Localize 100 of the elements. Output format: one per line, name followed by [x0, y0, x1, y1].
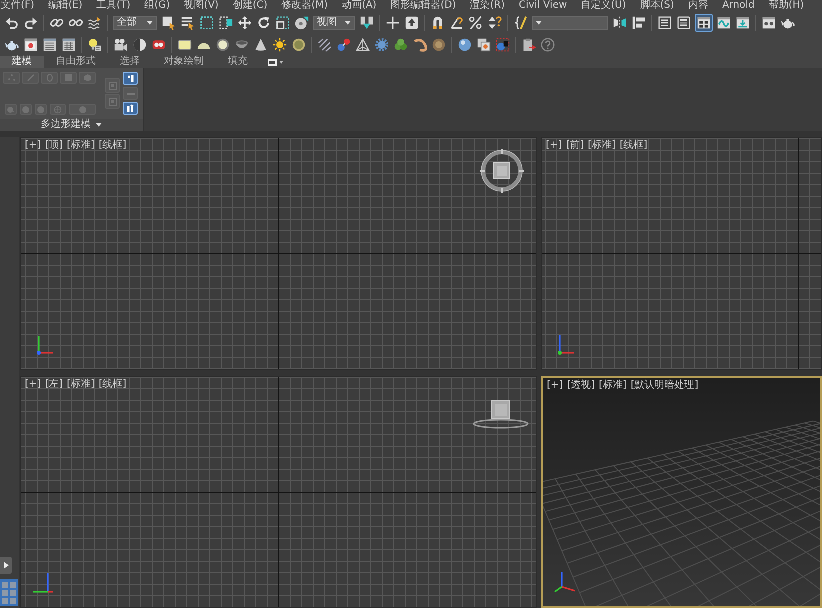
compass-cube-icon[interactable]: [473, 399, 529, 429]
table-window-icon[interactable]: [42, 38, 56, 52]
viewport[interactable]: [+] [顶] [标准] [线框]: [20, 137, 537, 370]
angle-hook-icon[interactable]: [450, 16, 464, 30]
textured-ball-icon[interactable]: [432, 38, 446, 52]
menu-item[interactable]: 视图(V): [184, 0, 219, 12]
menu-item[interactable]: 帮助(H): [768, 0, 804, 12]
ball-frame-icon[interactable]: [496, 38, 510, 52]
ribbon-tab[interactable]: 填充: [216, 56, 260, 68]
layers-icon[interactable]: [676, 16, 690, 30]
menu-item[interactable]: 创建(C): [232, 0, 268, 12]
dashed-square-icon[interactable]: [200, 16, 214, 30]
viewport-menu-label[interactable]: [左]: [45, 379, 63, 391]
viewport-menu-label[interactable]: [线框]: [98, 140, 127, 152]
nested-squares-icon[interactable]: [276, 16, 290, 30]
goggles-icon[interactable]: [152, 38, 166, 52]
toggle-button[interactable]: [123, 102, 138, 115]
viewport-menu-label[interactable]: [标准]: [67, 379, 95, 391]
sun-icon[interactable]: [272, 38, 286, 52]
viewport-menu-label[interactable]: [+]: [25, 379, 42, 391]
bush-icon[interactable]: [394, 38, 408, 52]
menu-item[interactable]: 组(G): [144, 0, 170, 12]
ribbon-tab[interactable]: 对象绘制: [152, 56, 216, 68]
ribbon-tab[interactable]: 选择: [108, 56, 152, 68]
curve-window-icon[interactable]: [716, 16, 730, 30]
viewport-menu-label[interactable]: [透视]: [567, 380, 595, 392]
brace-pencil-icon[interactable]: [514, 16, 528, 30]
plus-icon[interactable]: [386, 16, 400, 30]
spinner-hook-icon[interactable]: [488, 16, 502, 30]
panel-title-dropdown[interactable]: 多边形建模: [0, 119, 143, 131]
menu-item[interactable]: 编辑(E): [48, 0, 83, 12]
square-cursor-icon[interactable]: [162, 16, 176, 30]
ribbon-toggle-button[interactable]: [694, 14, 712, 32]
menu-item[interactable]: 图形编辑器(D): [390, 0, 456, 12]
pillars-arrow-icon[interactable]: [360, 16, 374, 30]
compass-cube-icon[interactable]: [480, 149, 524, 193]
align-bars-icon[interactable]: [632, 16, 646, 30]
viewport[interactable]: [+] [前] [标准] [线框]: [541, 137, 822, 370]
chain-link-icon[interactable]: [50, 16, 64, 30]
menu-item[interactable]: 工具(T): [96, 0, 131, 12]
two-balls-icon[interactable]: [336, 38, 350, 52]
sphere-icon[interactable]: [292, 38, 306, 52]
list-icon[interactable]: [658, 16, 672, 30]
ringed-sphere-icon[interactable]: [216, 38, 230, 52]
wave-lines-icon[interactable]: [88, 16, 102, 30]
toggle-button[interactable]: [123, 72, 138, 85]
viewport-menu-label[interactable]: [顶]: [45, 140, 63, 152]
menu-item[interactable]: 动画(A): [342, 0, 377, 12]
viewport[interactable]: [+] [透视] [标准] [默认明暗处理]: [541, 376, 822, 608]
viewport[interactable]: [+] [左] [标准] [线框]: [20, 376, 537, 608]
viewport-menu-label[interactable]: [+]: [546, 140, 562, 152]
viewport-menu-label[interactable]: [标准]: [588, 140, 616, 152]
viewport-menu-label[interactable]: [默认明暗处理]: [630, 380, 699, 392]
viewport-menu-label[interactable]: [+]: [25, 140, 42, 152]
viewport-menu-label[interactable]: [线框]: [98, 379, 127, 391]
expand-button[interactable]: [0, 557, 12, 574]
window-caret-icon[interactable]: [268, 58, 284, 66]
sphere-icon[interactable]: [458, 38, 472, 52]
four-way-arrow-icon[interactable]: [238, 16, 252, 30]
diagonal-lines-icon[interactable]: [318, 38, 332, 52]
menu-item[interactable]: Arnold: [722, 0, 755, 12]
cone-icon[interactable]: [254, 38, 268, 52]
mirror-icon[interactable]: [612, 16, 626, 30]
percent-icon[interactable]: [468, 16, 482, 30]
magnet-icon[interactable]: [430, 16, 444, 30]
pyramid-icon[interactable]: [356, 38, 370, 52]
selection-filter-dropdown[interactable]: 全部: [113, 16, 157, 30]
menu-item[interactable]: 修改器(M): [282, 0, 328, 12]
dots-window-icon[interactable]: [762, 16, 776, 30]
clipboard-icon[interactable]: [522, 38, 536, 52]
menu-item[interactable]: 脚本(S): [640, 0, 674, 12]
circular-arrow-icon[interactable]: [256, 16, 270, 30]
half-shaded-circle-icon[interactable]: [132, 38, 146, 52]
viewport-menu-label[interactable]: [线框]: [620, 140, 648, 152]
menu-item[interactable]: Civil View: [519, 0, 568, 12]
curl-icon[interactable]: [412, 38, 426, 52]
toggle-button[interactable]: [123, 87, 138, 100]
grid-window-icon[interactable]: [62, 38, 76, 52]
gear-icon[interactable]: [374, 38, 388, 52]
up-arrow-square-icon[interactable]: [404, 16, 418, 30]
camera-icon[interactable]: [114, 38, 128, 52]
disc-icon[interactable]: [294, 16, 308, 30]
viewport-menu-label[interactable]: [标准]: [67, 140, 95, 152]
picture-window-icon[interactable]: [24, 38, 38, 52]
dashed-frame-square-icon[interactable]: [218, 16, 232, 30]
curved-left-arrow-icon[interactable]: [4, 16, 18, 30]
selection-set-field[interactable]: [532, 16, 608, 30]
viewport-menu-label[interactable]: [+]: [547, 380, 564, 392]
viewport-menu-label[interactable]: [标准]: [599, 380, 627, 392]
coordinate-system-dropdown[interactable]: 视图: [313, 16, 355, 30]
flat-panel-icon[interactable]: [178, 38, 192, 52]
ribbon-tab[interactable]: 建模: [0, 56, 44, 68]
lightbulb-icon[interactable]: [88, 38, 102, 52]
help-icon[interactable]: [540, 38, 554, 52]
lines-cursor-icon[interactable]: [180, 16, 194, 30]
ribbon-tab[interactable]: 自由形式: [44, 56, 108, 68]
viewport-menu-label[interactable]: [前]: [566, 140, 584, 152]
arrow-to-line-window-icon[interactable]: [736, 16, 750, 30]
curved-right-arrow-icon[interactable]: [24, 16, 38, 30]
image-stack-icon[interactable]: [476, 38, 490, 52]
